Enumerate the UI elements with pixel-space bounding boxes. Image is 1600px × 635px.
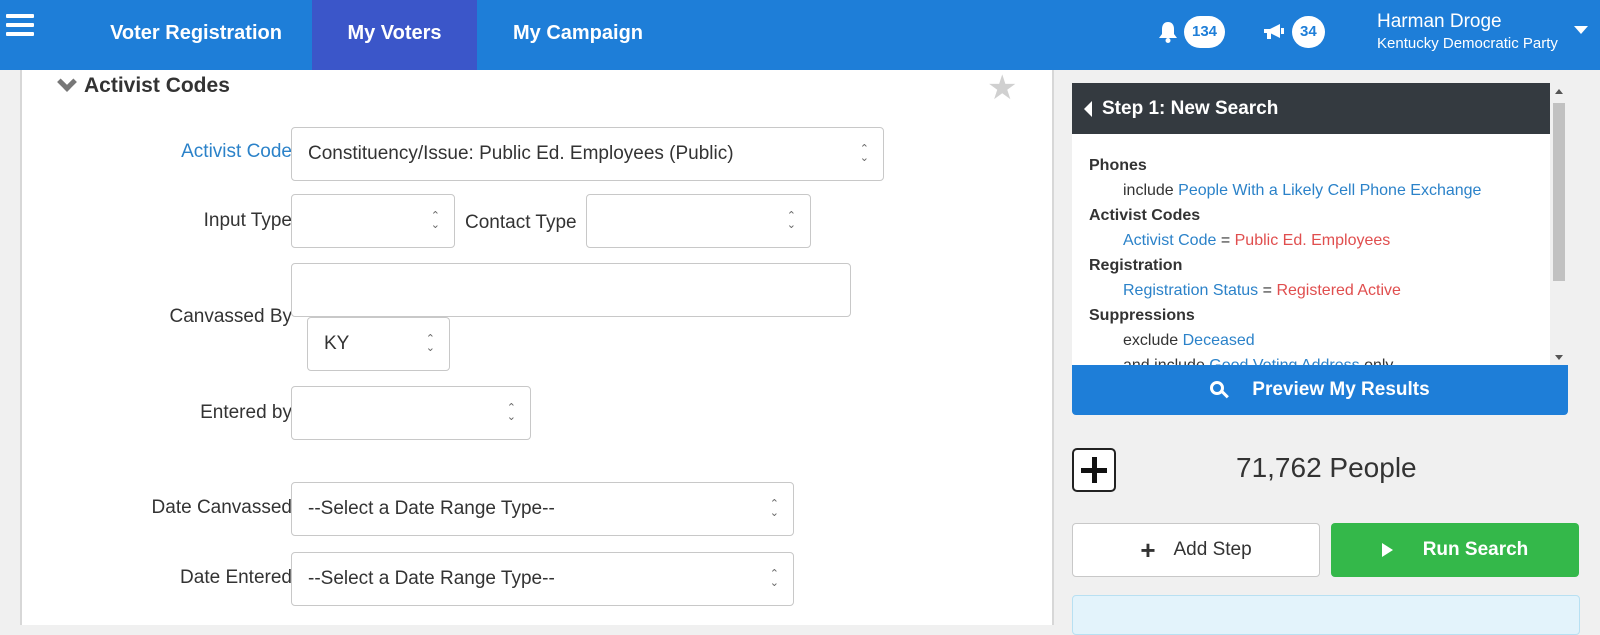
activist-code-value: Constituency/Issue: Public Ed. Employees… <box>308 143 734 164</box>
section-header[interactable]: Activist Codes <box>57 72 230 98</box>
criteria-line: include People With a Likely Cell Phone … <box>1089 178 1481 203</box>
criteria-prefix: include <box>1123 182 1174 199</box>
tab-voter-registration[interactable]: Voter Registration <box>85 0 307 70</box>
date-entered-label: Date Entered <box>180 567 292 588</box>
step-criteria-list: Phones include People With a Likely Cell… <box>1089 153 1481 365</box>
criteria-category: Registration <box>1089 257 1183 274</box>
criteria-link[interactable]: People With a Likely Cell Phone Exchange <box>1178 182 1481 199</box>
criteria-category: Phones <box>1089 157 1147 174</box>
criteria-value: Registered Active <box>1276 282 1401 299</box>
entered-by-select[interactable]: ⌃ ⌄ <box>291 386 531 440</box>
run-search-label: Run Search <box>1422 539 1529 560</box>
bell-icon <box>1159 22 1177 43</box>
plus-icon: + <box>1140 534 1156 565</box>
canvassed-by-input[interactable] <box>291 263 851 317</box>
state-value: KY <box>324 333 350 354</box>
canvassed-by-state-select[interactable]: KY ⌃ ⌄ <box>307 317 450 371</box>
criteria-operator: = <box>1262 282 1272 299</box>
notifications-count-badge: 134 <box>1184 16 1226 48</box>
tab-my-campaign[interactable]: My Campaign <box>478 0 678 70</box>
info-box <box>1072 595 1580 635</box>
activist-codes-panel: Activist Codes ★ Activist Code Constitue… <box>20 68 1054 625</box>
criteria-category: Activist Codes <box>1089 207 1201 224</box>
criteria-suffix: only <box>1364 357 1393 365</box>
scroll-down-icon[interactable] <box>1555 355 1563 360</box>
people-count: 71,762 People <box>1236 452 1417 483</box>
criteria-line: exclude Deceased <box>1089 328 1481 353</box>
user-organization[interactable]: Kentucky Democratic Party <box>1377 35 1558 52</box>
run-search-button[interactable]: Run Search <box>1331 523 1579 577</box>
user-menu-caret-icon[interactable] <box>1574 26 1588 34</box>
select-arrows-icon: ⌃ ⌄ <box>506 402 516 423</box>
criteria-link[interactable]: Good Voting Address <box>1209 357 1359 365</box>
input-type-select[interactable]: ⌃ ⌄ <box>291 194 455 248</box>
chevron-down-icon[interactable] <box>57 72 77 92</box>
select-arrows-icon: ⌃ ⌄ <box>430 210 440 231</box>
criteria-line: Registration Status = Registered Active <box>1089 278 1481 303</box>
criteria-prefix: exclude <box>1123 332 1179 349</box>
contact-type-select[interactable]: ⌃ ⌄ <box>586 194 811 248</box>
canvassed-by-label: Canvassed By <box>169 306 292 327</box>
scroll-up-icon[interactable] <box>1555 89 1563 94</box>
expand-plus-icon[interactable] <box>1072 448 1116 492</box>
select-arrows-icon: ⌃ ⌄ <box>769 568 779 589</box>
date-entered-select[interactable]: --Select a Date Range Type-- ⌃ ⌄ <box>291 552 794 606</box>
select-arrows-icon: ⌃ ⌄ <box>859 143 869 164</box>
date-canvassed-value: --Select a Date Range Type-- <box>308 498 555 519</box>
select-arrows-icon: ⌃ ⌄ <box>786 210 796 231</box>
select-arrows-icon: ⌃ ⌄ <box>769 498 779 519</box>
add-step-label: Add Step <box>1173 539 1252 560</box>
criteria-link[interactable]: Deceased <box>1183 332 1255 349</box>
favorite-star-icon[interactable]: ★ <box>987 68 1017 108</box>
scrollbar-thumb[interactable] <box>1553 103 1565 281</box>
select-arrows-icon: ⌃ ⌄ <box>425 333 435 354</box>
announcements-count-badge: 34 <box>1292 16 1325 48</box>
top-nav-bar: Voter Registration My Voters My Campaign… <box>0 0 1600 70</box>
megaphone-icon <box>1264 24 1284 39</box>
step-title: Step 1: New Search <box>1102 97 1279 119</box>
search-icon <box>1210 381 1230 399</box>
criteria-link[interactable]: Activist Code <box>1123 232 1216 249</box>
step-header[interactable]: Step 1: New Search <box>1072 83 1550 134</box>
criteria-category: Suppressions <box>1089 307 1195 324</box>
criteria-line: Activist Code = Public Ed. Employees <box>1089 228 1481 253</box>
step-box: Step 1: New Search Phones include People… <box>1072 83 1550 365</box>
entered-by-label: Entered by <box>200 402 292 423</box>
activist-code-label: Activist Code <box>181 141 292 162</box>
criteria-operator: = <box>1220 232 1231 249</box>
criteria-line: and include Good Voting Address only <box>1089 353 1481 365</box>
criteria-value: Public Ed. Employees <box>1234 232 1391 249</box>
step-scrollbar[interactable] <box>1550 83 1568 365</box>
date-canvassed-label: Date Canvassed <box>151 497 292 518</box>
add-step-button[interactable]: + Add Step <box>1072 523 1320 577</box>
date-canvassed-select[interactable]: --Select a Date Range Type-- ⌃ ⌄ <box>291 482 794 536</box>
hamburger-menu-icon[interactable] <box>6 14 34 38</box>
input-type-label: Input Type <box>203 210 292 231</box>
preview-results-button[interactable]: Preview My Results <box>1072 365 1568 415</box>
user-name[interactable]: Harman Droge <box>1377 11 1502 33</box>
search-summary-panel: Step 1: New Search Phones include People… <box>1056 70 1600 635</box>
announcements-button[interactable]: 34 <box>1262 16 1325 48</box>
activist-code-select[interactable]: Constituency/Issue: Public Ed. Employees… <box>291 127 884 181</box>
criteria-link[interactable]: Registration Status <box>1123 282 1258 299</box>
date-entered-value: --Select a Date Range Type-- <box>308 568 555 589</box>
tab-my-voters[interactable]: My Voters <box>312 0 477 70</box>
section-title: Activist Codes <box>84 74 230 97</box>
play-icon <box>1381 543 1393 557</box>
contact-type-label: Contact Type <box>465 212 577 233</box>
preview-label: Preview My Results <box>1252 379 1430 400</box>
criteria-prefix: and include <box>1123 357 1205 365</box>
notifications-button[interactable]: 134 <box>1158 16 1226 48</box>
caret-left-icon[interactable] <box>1084 100 1092 117</box>
